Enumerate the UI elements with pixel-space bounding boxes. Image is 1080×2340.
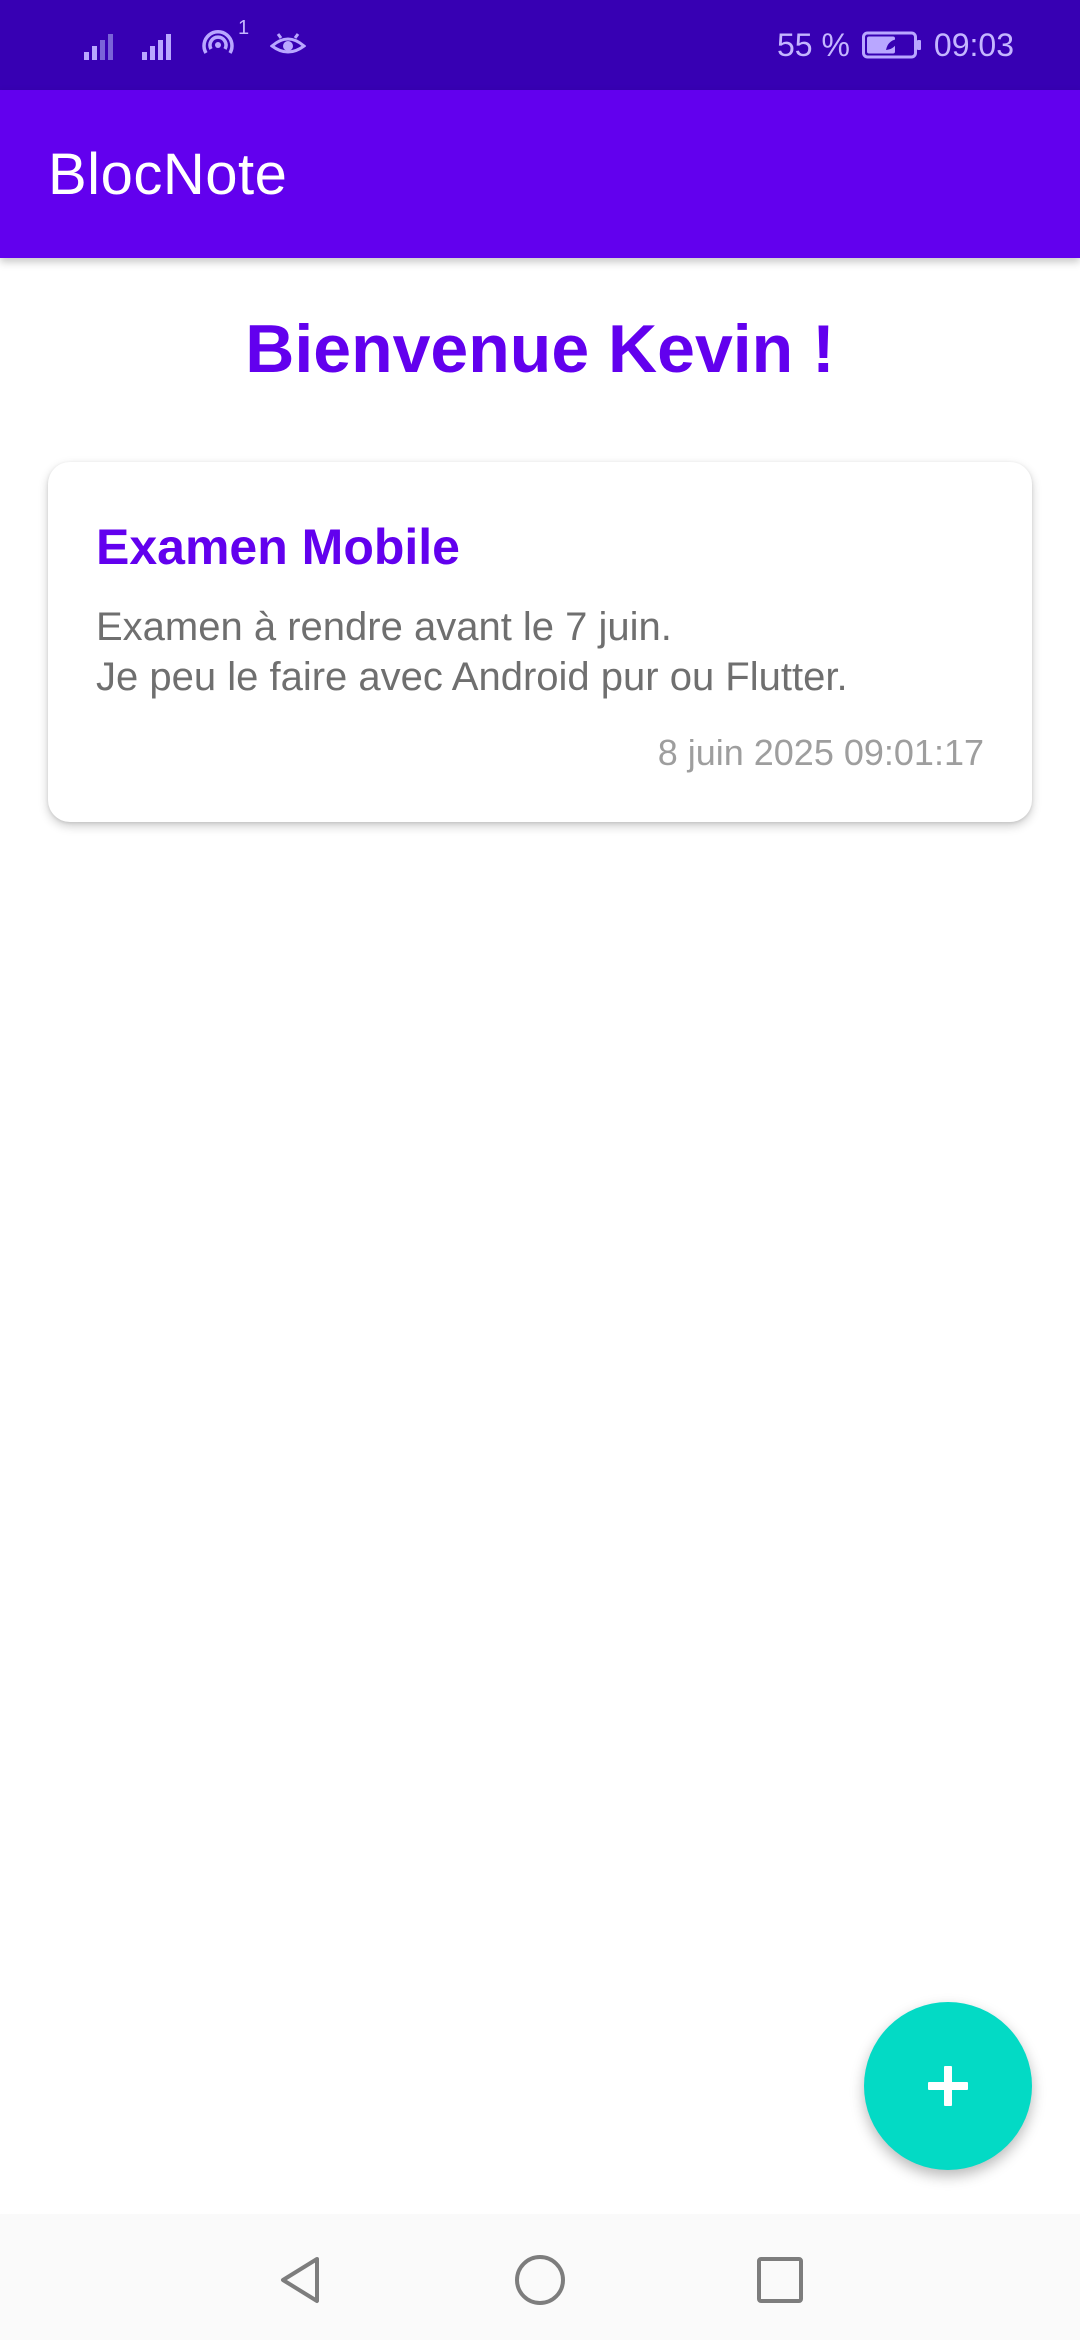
hotspot-badge: 1	[238, 17, 250, 39]
add-note-button[interactable]	[864, 2002, 1032, 2170]
recents-icon	[757, 2257, 803, 2303]
signal-2-icon	[142, 34, 171, 60]
note-title: Examen Mobile	[96, 519, 460, 575]
clock: 09:03	[933, 26, 1014, 63]
battery-percent: 55 %	[776, 26, 850, 63]
hotspot-icon: 1	[200, 17, 249, 63]
navigation-bar	[0, 2214, 1080, 2340]
screen: 1 55 % 09:03 BlocNote Bienvenue Kevin !	[0, 0, 1080, 2340]
status-icons-left: 1	[84, 17, 328, 63]
back-button[interactable]	[270, 2250, 330, 2310]
note-card[interactable]: Examen Mobile Examen à rendre avant le 7…	[48, 462, 1032, 822]
back-icon	[281, 2257, 319, 2303]
note-body: Examen à rendre avant le 7 juin. Je peu …	[96, 605, 848, 699]
status-bar: 1 55 % 09:03	[0, 0, 1080, 90]
plus-icon	[928, 2066, 968, 2106]
recents-button[interactable]	[750, 2250, 810, 2310]
battery-icon	[861, 31, 921, 59]
note-date: 8 juin 2025 09:01:17	[657, 732, 984, 773]
welcome-heading: Bienvenue Kevin !	[245, 311, 835, 387]
signal-1-icon	[84, 34, 113, 60]
eye-icon	[270, 33, 306, 54]
home-icon	[515, 2255, 565, 2305]
app-bar: BlocNote	[0, 90, 1080, 258]
home-button[interactable]	[510, 2250, 570, 2310]
app-title: BlocNote	[48, 141, 288, 207]
status-icons-right: 55 % 09:03	[765, 27, 1014, 64]
